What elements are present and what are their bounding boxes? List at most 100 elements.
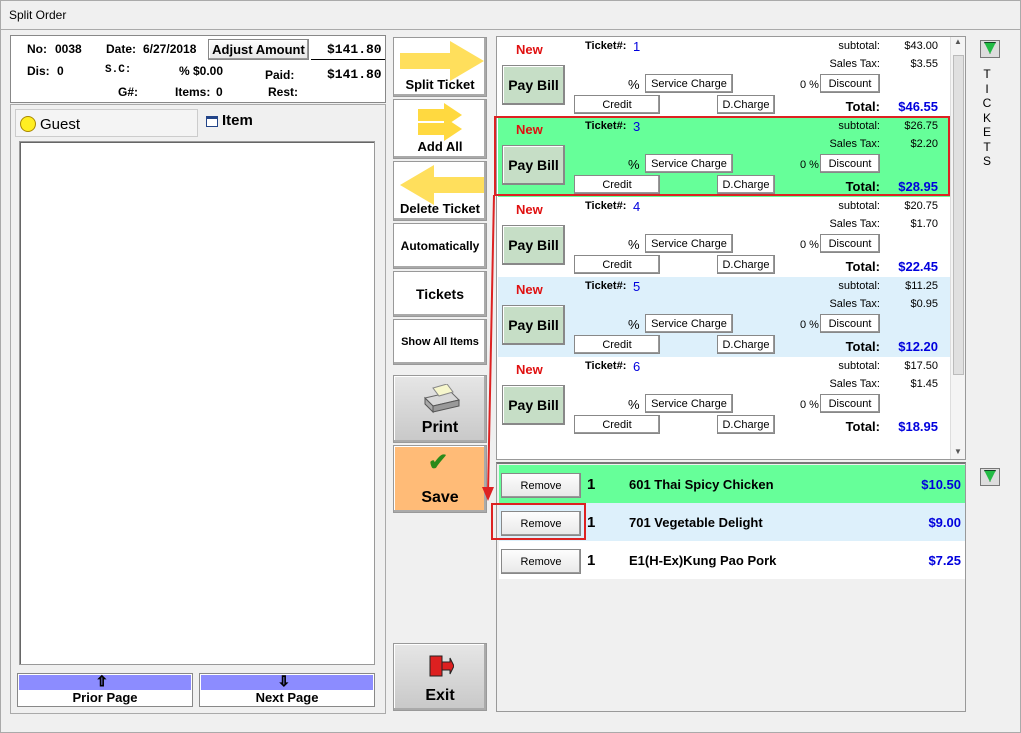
selected-ticket-highlight	[494, 116, 950, 196]
item-row[interactable]: Remove 1 601 Thai Spicy Chicken $10.50	[499, 465, 965, 503]
ticket-label: Ticket#:	[585, 280, 627, 292]
automatically-label: Automatically	[400, 239, 480, 253]
scroll-down-icon[interactable]: ▼	[954, 447, 962, 456]
sales-tax-label: Sales Tax:	[829, 378, 880, 390]
printer-icon	[424, 384, 460, 414]
ticket-label: Ticket#:	[585, 200, 627, 212]
credit-button[interactable]: Credit	[574, 335, 660, 354]
ticket-card[interactable]: New Ticket#: 4 Pay Bill% Service Charge 0 % Di…	[498, 197, 950, 277]
show-all-items-button[interactable]: Show All Items	[393, 319, 487, 365]
credit-button[interactable]: Credit	[574, 95, 660, 114]
paid-label: Paid:	[265, 68, 295, 82]
ticket-number: 5	[633, 279, 641, 294]
dcharge-button[interactable]: D.Charge	[717, 255, 775, 274]
remove-button[interactable]: Remove	[501, 549, 581, 574]
arrow-up-icon: ⇧	[96, 673, 109, 690]
split-ticket-button[interactable]: Split Ticket	[393, 37, 487, 97]
item-qty: 1	[587, 552, 596, 569]
dcharge-button[interactable]: D.Charge	[717, 95, 775, 114]
adjust-amount-button[interactable]: Adjust Amount	[208, 39, 309, 60]
item-price: $9.00	[928, 515, 961, 530]
discount-button[interactable]: Discount	[820, 234, 880, 253]
pay-bill-button[interactable]: Pay Bill	[502, 65, 565, 105]
item-name: 601 Thai Spicy Chicken	[629, 477, 774, 492]
item-name: 701 Vegetable Delight	[629, 515, 763, 530]
subtotal-label: subtotal:	[838, 40, 880, 52]
item-row[interactable]: Remove 1 E1(H-Ex)Kung Pao Pork $7.25	[499, 541, 965, 579]
sales-tax-label: Sales Tax:	[829, 58, 880, 70]
percent-sign: %	[628, 77, 640, 92]
title-bar: Split Order	[0, 0, 1021, 30]
ticket-card[interactable]: New Ticket#: 6 Pay Bill% Service Charge 0 % Di…	[498, 357, 950, 437]
g-label: G#:	[118, 85, 139, 99]
save-button[interactable]: ✔ Save	[393, 445, 487, 513]
total-value: $18.95	[898, 419, 938, 434]
discount-button[interactable]: Discount	[820, 74, 880, 93]
total-value: $22.45	[898, 259, 938, 274]
service-charge-button[interactable]: Service Charge	[645, 74, 733, 93]
service-charge-button[interactable]: Service Charge	[645, 234, 733, 253]
ticket-card[interactable]: New Ticket#: 1 Pay Bill% Service Charge 0 % Di…	[498, 37, 950, 117]
credit-button[interactable]: Credit	[574, 415, 660, 434]
tickets-vertical-label: TICKETS	[982, 67, 992, 168]
ticket-card[interactable]: New Ticket#: 5 Pay Bill% Service Charge 0 % Di…	[498, 277, 950, 357]
discount-button[interactable]: Discount	[820, 314, 880, 333]
window-title: Split Order	[9, 8, 67, 22]
item-tab-label: Item	[222, 112, 253, 129]
credit-button[interactable]: Credit	[574, 255, 660, 274]
exit-button[interactable]: Exit	[393, 643, 487, 711]
scroll-up-icon[interactable]: ▲	[954, 37, 962, 46]
tickets-button[interactable]: Tickets	[393, 271, 487, 317]
item-tab[interactable]: Item	[201, 109, 381, 137]
new-badge: New	[516, 202, 543, 217]
tickets-scrollbar[interactable]: ▲ ▼	[950, 37, 965, 459]
arrow-right-icon	[400, 41, 484, 81]
red-arrow	[482, 195, 495, 501]
automatically-button[interactable]: Automatically	[393, 223, 487, 269]
delete-ticket-button[interactable]: Delete Ticket	[393, 161, 487, 221]
total-label: Total:	[845, 99, 880, 114]
sales-tax-value: $3.55	[910, 58, 938, 70]
service-charge-button[interactable]: Service Charge	[645, 394, 733, 413]
guest-list[interactable]	[19, 141, 375, 665]
subtotal-value: $17.50	[904, 360, 938, 372]
prior-page-button[interactable]: ⇧ Prior Page	[17, 673, 193, 707]
dcharge-button[interactable]: D.Charge	[717, 415, 775, 434]
guest-tab[interactable]: Guest	[15, 109, 198, 137]
tickets-down-icon[interactable]	[980, 40, 1000, 58]
sc-value: % $0.00	[179, 64, 224, 78]
next-page-button[interactable]: ⇩ Next Page	[199, 673, 375, 707]
prior-page-label: Prior Page	[72, 690, 138, 705]
discount-button[interactable]: Discount	[820, 394, 880, 413]
discount-percent: 0 %	[800, 319, 819, 331]
item-qty: 1	[587, 514, 596, 531]
dis-label: Dis:	[27, 64, 50, 78]
subtotal-value: $11.25	[905, 280, 938, 292]
rest-label: Rest:	[268, 85, 299, 99]
exit-door-icon	[429, 655, 454, 677]
sales-tax-value: $1.70	[910, 218, 938, 230]
pay-bill-button[interactable]: Pay Bill	[502, 225, 565, 265]
percent-sign: %	[628, 317, 640, 332]
add-all-label: Add All	[417, 139, 463, 154]
new-badge: New	[516, 42, 543, 57]
pay-bill-button[interactable]: Pay Bill	[502, 305, 565, 345]
items-down-icon[interactable]	[980, 468, 1000, 486]
ticket-number: 4	[633, 199, 641, 214]
tickets-label: Tickets	[416, 286, 464, 302]
dcharge-button[interactable]: D.Charge	[717, 335, 775, 354]
ticket-label: Ticket#:	[585, 40, 627, 52]
remove-button[interactable]: Remove	[501, 473, 581, 498]
no-label: No:	[27, 42, 47, 56]
print-button[interactable]: Print	[393, 375, 487, 443]
remove-highlight	[491, 503, 586, 540]
double-arrow-right-icon	[418, 103, 462, 141]
dis-value: 0	[57, 64, 64, 78]
smiley-icon	[20, 116, 36, 132]
ticket-number: 6	[633, 359, 641, 374]
pay-bill-button[interactable]: Pay Bill	[502, 385, 565, 425]
service-charge-button[interactable]: Service Charge	[645, 314, 733, 333]
scrollbar-thumb[interactable]	[953, 55, 964, 375]
add-all-button[interactable]: Add All	[393, 99, 487, 159]
total-value: $12.20	[898, 339, 938, 354]
